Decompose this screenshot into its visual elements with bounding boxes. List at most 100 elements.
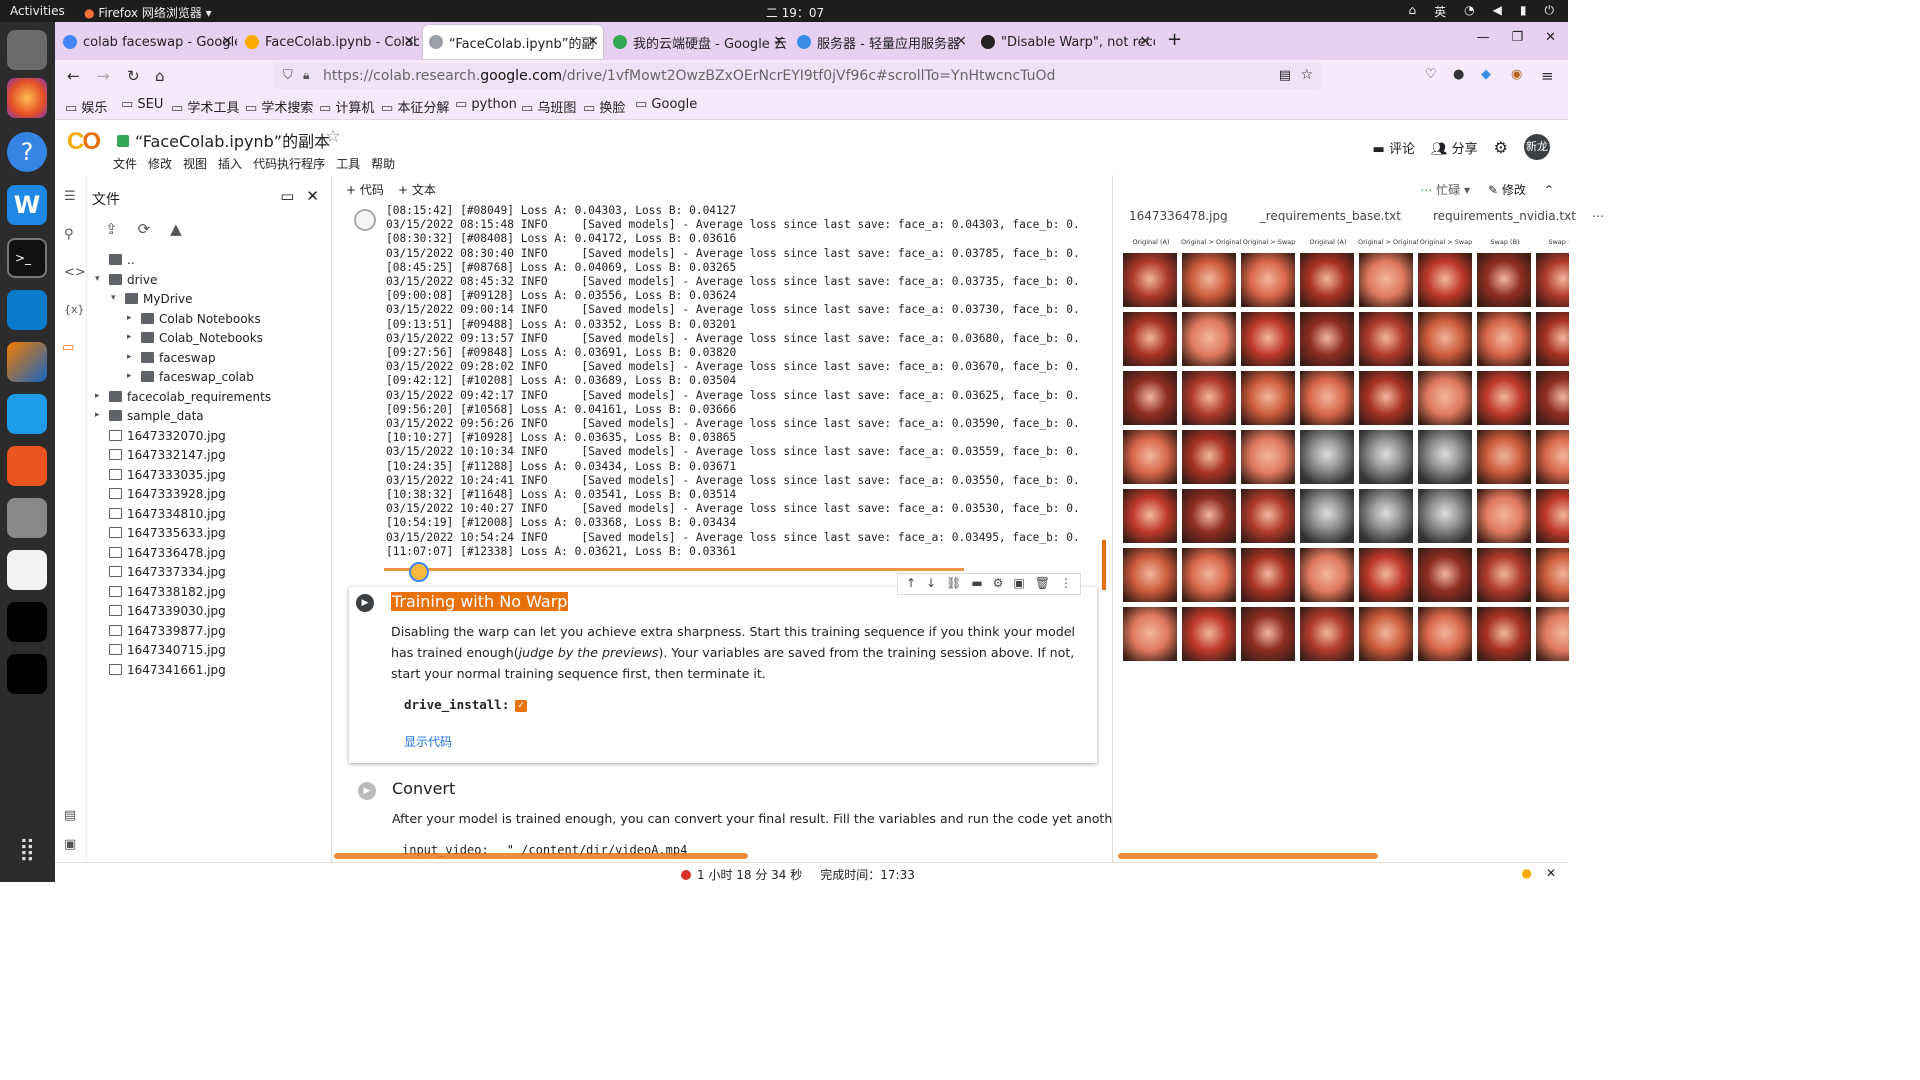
chevron-right-icon[interactable]: ▸ (127, 352, 132, 362)
preview-tab[interactable]: requirements_nvidia.txt (1417, 205, 1592, 229)
url-bar[interactable]: ⛉ 🔒︎ https://colab.research.google.com/d… (273, 63, 1321, 89)
chevron-right-icon[interactable]: ▸ (95, 410, 100, 420)
pocket-icon[interactable]: ♡ (1425, 67, 1437, 82)
command-palette-icon[interactable]: ▤ (64, 808, 76, 823)
folder-item[interactable]: ▸ sample_data (87, 407, 332, 427)
chevron-right-icon[interactable]: ▸ (127, 313, 132, 323)
variables-icon[interactable]: {x} (64, 303, 85, 316)
folder-item[interactable]: ▸ faceswap_colab (87, 368, 332, 388)
chevron-down-icon[interactable]: ▾ (95, 274, 100, 284)
bookmark-folder[interactable]: 本征分解 (381, 97, 449, 116)
battery-icon[interactable]: ▮ (1520, 3, 1527, 20)
qq-icon[interactable] (7, 394, 47, 434)
bookmark-folder[interactable]: 娱乐 (65, 97, 107, 116)
upload-icon[interactable]: ⇪ (105, 220, 118, 238)
chevron-right-icon[interactable]: ▸ (127, 371, 132, 381)
gear-icon[interactable]: ⚙ (993, 576, 1004, 592)
bookmark-folder[interactable]: python (455, 97, 516, 112)
file-item[interactable]: 1647333035.jpg (87, 466, 332, 486)
chevron-down-icon[interactable]: ▾ (111, 293, 116, 303)
files-app-icon[interactable] (7, 30, 47, 70)
file-item[interactable]: 1647334810.jpg (87, 505, 332, 525)
run-cell-button[interactable]: ▶ (356, 594, 374, 612)
toc-icon[interactable]: ☰ (64, 189, 76, 204)
lock-icon[interactable]: 🔒︎ (303, 68, 309, 83)
star-icon[interactable]: ☆ (325, 126, 341, 147)
stop-cell-button[interactable] (354, 209, 376, 231)
terminal-icon[interactable]: >_ (7, 238, 47, 278)
close-tab-icon[interactable]: × (403, 33, 415, 49)
tab-server[interactable]: 服务器 - 轻量应用服务器 × (791, 25, 971, 59)
drive-install-checkbox[interactable]: ✓ (515, 700, 527, 712)
extension-icon[interactable]: ◆ (1481, 67, 1491, 82)
software-center-icon[interactable] (7, 446, 47, 486)
menu-runtime[interactable]: 代码执行程序 (253, 155, 325, 172)
horizontal-scrollbar[interactable] (334, 853, 748, 859)
output-scrollbar[interactable] (1102, 540, 1106, 590)
close-tab-icon[interactable]: × (773, 33, 785, 49)
tab-colab-faceswap[interactable]: colab faceswap - Google × (57, 25, 237, 59)
chevron-right-icon[interactable]: ▸ (127, 332, 132, 342)
menu-insert[interactable]: 插入 (218, 155, 242, 172)
folder-item[interactable]: ▸ faceswap (87, 349, 332, 369)
reader-view-icon[interactable]: ▤ (1279, 68, 1291, 83)
collapse-icon[interactable]: ⌃ (1544, 183, 1554, 197)
folder-item[interactable]: .. (87, 251, 332, 271)
settings-icon[interactable] (7, 498, 47, 538)
preview-tab[interactable]: 1647336478.jpg (1113, 205, 1244, 229)
files-icon[interactable]: ▭ (62, 340, 74, 355)
share-button[interactable]: 👥︎ 分享 (1431, 138, 1478, 157)
file-item[interactable]: 1647333928.jpg (87, 485, 332, 505)
file-item[interactable]: 1647339877.jpg (87, 622, 332, 642)
folder-item[interactable]: ▸ Colab Notebooks (87, 310, 332, 330)
file-item[interactable]: 1647337334.jpg (87, 563, 332, 583)
run-cell-button[interactable]: ▶ (358, 782, 376, 800)
add-code-button[interactable]: + 代码 (346, 181, 384, 198)
close-tab-icon[interactable]: × (1139, 33, 1151, 49)
file-item[interactable]: 1647340715.jpg (87, 641, 332, 661)
wps-icon[interactable]: W (7, 185, 47, 225)
firefox-icon[interactable] (7, 78, 47, 118)
text-cell-no-warp[interactable]: ↑ ↓ ⛓ ▬ ⚙ ▣ 🗑︎ ⋮ ▶ Training with No Warp… (349, 573, 1097, 763)
settings-gear-icon[interactable]: ⚙ (1494, 138, 1508, 157)
comment-icon[interactable]: ▬ (971, 576, 982, 592)
forward-icon[interactable]: → (97, 67, 110, 85)
close-tab-icon[interactable]: × (955, 33, 967, 49)
folder-item[interactable]: ▸ Colab_Notebooks (87, 329, 332, 349)
menu-help[interactable]: 帮助 (371, 155, 395, 172)
volume-icon[interactable]: ◀ (1493, 3, 1502, 20)
search-icon[interactable]: ⚲ (64, 227, 74, 242)
horizontal-scrollbar[interactable] (1118, 853, 1378, 859)
link-icon[interactable]: ⛓ (946, 576, 961, 592)
preview-tab[interactable]: _requirements_base.txt (1244, 205, 1417, 229)
image-viewer-icon-2[interactable] (7, 654, 47, 694)
more-tabs-icon[interactable]: ⋯ (1592, 205, 1604, 229)
comment-button[interactable]: ▬ 评论 (1373, 138, 1415, 157)
show-code-link[interactable]: 显示代码 (404, 733, 452, 750)
menu-edit[interactable]: 修改 (148, 155, 172, 172)
close-tab-icon[interactable]: × (221, 33, 233, 49)
colab-logo[interactable]: CO (67, 128, 101, 156)
avatar[interactable]: 新龙 (1524, 134, 1550, 160)
elapsed-time[interactable]: 1 小时 18 分 34 秒 (681, 866, 802, 883)
minimize-button[interactable]: — (1476, 30, 1489, 45)
network-indicator-icon[interactable]: ⌂ (1409, 3, 1417, 20)
refresh-icon[interactable]: ⟳ (138, 220, 151, 238)
show-apps-icon[interactable]: ⣿ (7, 830, 47, 870)
menu-icon[interactable]: ≡ (1541, 67, 1554, 85)
bookmark-folder[interactable]: 换脸 (583, 97, 625, 116)
image-viewer-icon[interactable] (7, 602, 47, 642)
help-icon[interactable]: ? (7, 132, 47, 172)
file-item[interactable]: 1647335633.jpg (87, 524, 332, 544)
notebook-title[interactable]: “FaceColab.ipynb”的副本 (117, 128, 330, 152)
file-item[interactable]: 1647341661.jpg (87, 661, 332, 681)
new-tab-button[interactable]: + (1167, 29, 1182, 50)
bookmark-folder[interactable]: 计算机 (319, 97, 374, 116)
input-method[interactable]: 英 (1434, 3, 1446, 20)
tab-facecolab-copy[interactable]: “FaceColab.ipynb”的副 × (423, 25, 603, 59)
chevron-right-icon[interactable]: ▸ (95, 391, 100, 401)
menu-file[interactable]: 文件 (113, 155, 137, 172)
menu-tools[interactable]: 工具 (336, 155, 360, 172)
bookmark-star-icon[interactable]: ☆ (1300, 67, 1313, 83)
menu-view[interactable]: 视图 (183, 155, 207, 172)
